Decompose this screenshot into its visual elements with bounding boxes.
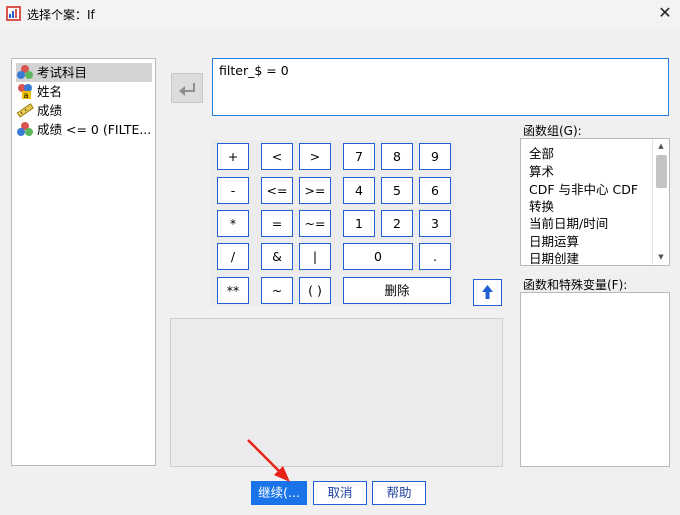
key-7[interactable]: 7 bbox=[343, 143, 375, 170]
nominal-variable-icon bbox=[17, 65, 33, 79]
variable-item-filter[interactable]: 成绩 <= 0 (FILTE... bbox=[16, 120, 151, 139]
key-2[interactable]: 2 bbox=[381, 210, 413, 237]
key-5[interactable]: 5 bbox=[381, 177, 413, 204]
cancel-button[interactable]: 取消 bbox=[313, 481, 367, 505]
string-variable-icon: a bbox=[18, 84, 32, 99]
functions-vars-list[interactable] bbox=[520, 292, 670, 467]
function-group-scrollbar[interactable]: ▲ ▼ bbox=[652, 139, 669, 265]
return-arrow-icon bbox=[179, 83, 195, 96]
key-greater-than[interactable]: > bbox=[299, 143, 331, 170]
key-and[interactable]: & bbox=[261, 243, 293, 270]
move-variable-button[interactable] bbox=[171, 73, 203, 103]
numeric-expression-input[interactable]: filter_$ = 0 bbox=[212, 58, 669, 116]
variable-label: 成绩 <= 0 (FILTE... bbox=[37, 122, 152, 137]
functions-vars-label: 函数和特殊变量(F): bbox=[523, 278, 628, 292]
expression-text: filter_$ = 0 bbox=[219, 63, 289, 78]
key-less-equal[interactable]: <= bbox=[261, 177, 293, 204]
key-divide[interactable]: / bbox=[217, 243, 249, 270]
scroll-up-icon[interactable]: ▲ bbox=[653, 139, 669, 153]
variable-item-score[interactable]: 成绩 bbox=[16, 101, 62, 120]
key-less-than[interactable]: < bbox=[261, 143, 293, 170]
key-or[interactable]: | bbox=[299, 243, 331, 270]
key-9[interactable]: 9 bbox=[419, 143, 451, 170]
key-0[interactable]: 0 bbox=[343, 243, 413, 270]
key-greater-equal[interactable]: >= bbox=[299, 177, 331, 204]
function-group-list[interactable]: 全部 算术 CDF 与非中心 CDF 转换 当前日期/时间 日期运算 日期创建 … bbox=[520, 138, 670, 266]
key-not-equal[interactable]: ~= bbox=[299, 210, 331, 237]
key-1[interactable]: 1 bbox=[343, 210, 375, 237]
title-bar: 选择个案：If ✕ bbox=[0, 0, 680, 28]
function-group-item[interactable]: 算术 bbox=[529, 161, 554, 180]
key-equals[interactable]: = bbox=[261, 210, 293, 237]
spss-app-icon bbox=[6, 6, 21, 21]
help-button[interactable]: 帮助 bbox=[372, 481, 426, 505]
variable-label: 成绩 bbox=[37, 103, 63, 118]
key-6[interactable]: 6 bbox=[419, 177, 451, 204]
insert-function-button[interactable] bbox=[473, 279, 502, 306]
variable-label: 姓名 bbox=[37, 84, 63, 99]
key-3[interactable]: 3 bbox=[419, 210, 451, 237]
function-group-item[interactable]: 日期创建 bbox=[529, 248, 579, 265]
key-multiply[interactable]: * bbox=[217, 210, 249, 237]
close-icon[interactable]: ✕ bbox=[650, 0, 680, 26]
scroll-thumb[interactable] bbox=[656, 155, 667, 188]
function-group-item[interactable]: 全部 bbox=[529, 143, 554, 162]
window-title: 选择个案：If bbox=[27, 8, 95, 22]
variable-label: 考试科目 bbox=[37, 65, 88, 80]
svg-text:a: a bbox=[24, 91, 29, 99]
function-group-label: 函数组(G): bbox=[523, 124, 582, 138]
function-group-item[interactable]: 当前日期/时间 bbox=[529, 213, 608, 232]
red-annotation-arrow-icon bbox=[247, 439, 290, 482]
nominal-variable-icon bbox=[17, 122, 33, 136]
key-power[interactable]: ** bbox=[217, 277, 249, 304]
key-4[interactable]: 4 bbox=[343, 177, 375, 204]
variable-item-exam-subject[interactable]: 考试科目 bbox=[16, 63, 152, 82]
function-description-area bbox=[170, 318, 503, 467]
scroll-down-icon[interactable]: ▼ bbox=[653, 250, 669, 264]
up-arrow-icon bbox=[482, 285, 493, 299]
key-plus[interactable]: + bbox=[217, 143, 249, 170]
key-parentheses[interactable]: ( ) bbox=[299, 277, 331, 304]
key-8[interactable]: 8 bbox=[381, 143, 413, 170]
scale-variable-icon bbox=[16, 103, 34, 118]
variable-item-name[interactable]: a 姓名 bbox=[16, 82, 62, 101]
key-not[interactable]: ~ bbox=[261, 277, 293, 304]
variable-list[interactable]: 考试科目 a 姓名 成绩 成绩 <= 0 (FILTE... bbox=[11, 58, 156, 466]
key-minus[interactable]: - bbox=[217, 177, 249, 204]
key-delete[interactable]: 删除 bbox=[343, 277, 451, 304]
key-decimal[interactable]: . bbox=[419, 243, 451, 270]
